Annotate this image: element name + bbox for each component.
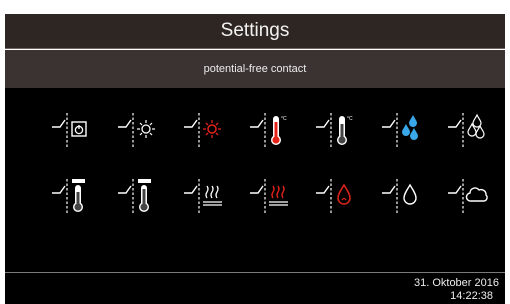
settings-screen: Settings potential-free contact °C °C 31…	[0, 0, 510, 304]
status-bar: 31. Oktober 2016 14:22:38	[5, 272, 505, 304]
thermometer-outdoor-icon[interactable]	[50, 176, 94, 216]
page-title: Settings	[220, 20, 290, 41]
sun-red-icon[interactable]	[182, 110, 226, 150]
water-drops-icon[interactable]	[446, 110, 490, 150]
subtitle-bar: potential-free contact	[5, 50, 505, 88]
date-display: 31. Oktober 2016	[413, 277, 499, 289]
thermometer-red-icon[interactable]: °C	[248, 110, 292, 150]
svg-text:°C: °C	[347, 116, 353, 122]
switch-on-off-icon[interactable]	[50, 110, 94, 150]
thermometer-white-icon[interactable]: °C	[314, 110, 358, 150]
top-edge	[0, 0, 510, 14]
heating-red-icon[interactable]	[248, 176, 292, 216]
drop-red-icon[interactable]	[314, 176, 358, 216]
time-display: 14:22:38	[450, 290, 493, 302]
section-title: potential-free contact	[203, 63, 307, 75]
thermometer-outdoor-2-icon[interactable]	[116, 176, 160, 216]
icon-grid: °C °C	[5, 88, 505, 272]
sun-icon[interactable]	[116, 110, 160, 150]
heating-icon[interactable]	[182, 176, 226, 216]
water-drops-blue-icon[interactable]	[380, 110, 424, 150]
drop-white-icon[interactable]	[380, 176, 424, 216]
svg-text:°C: °C	[281, 116, 287, 122]
cloud-icon[interactable]	[446, 176, 490, 216]
title-bar: Settings	[5, 14, 505, 49]
